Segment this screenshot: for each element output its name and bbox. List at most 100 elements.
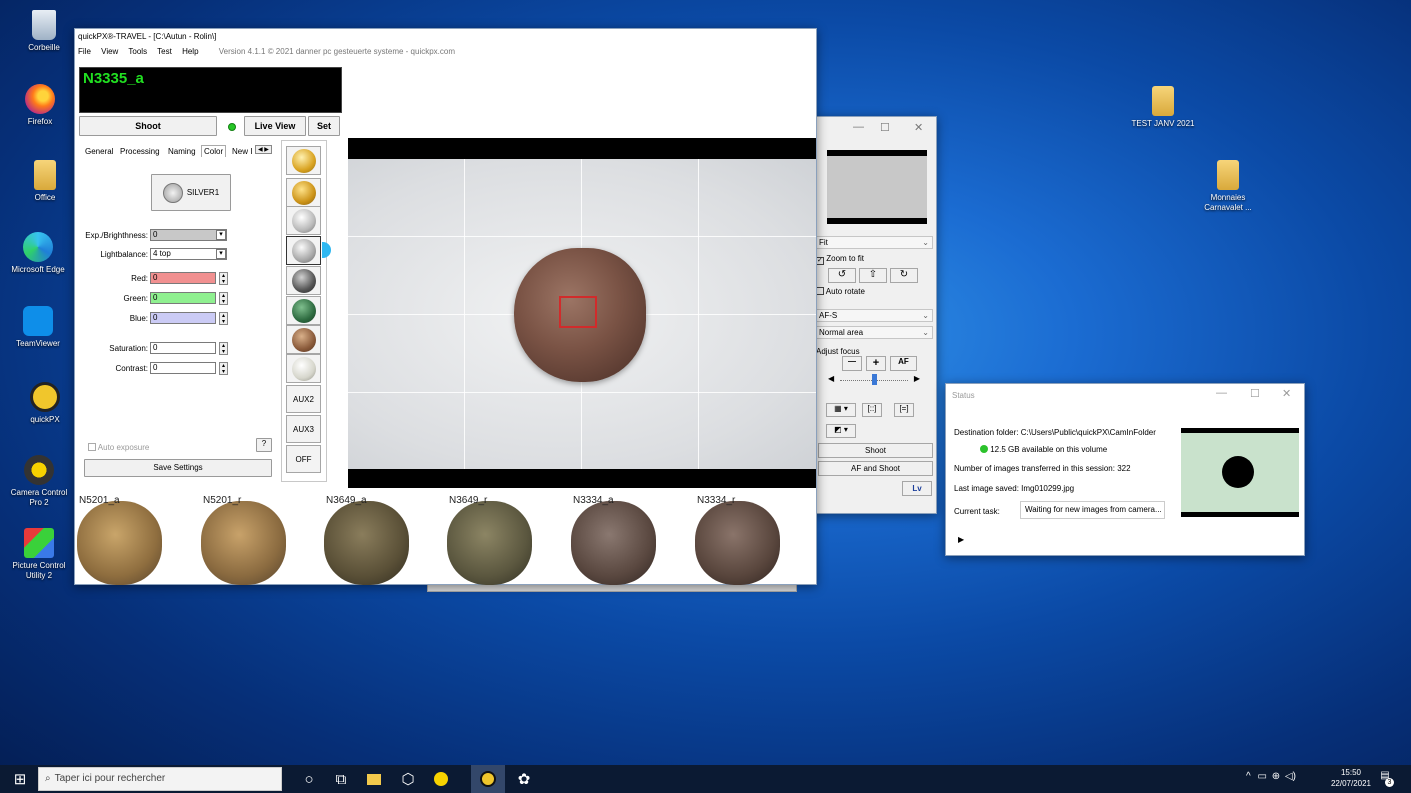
preset-dark-button[interactable] bbox=[286, 266, 321, 295]
shoot-button[interactable]: Shoot bbox=[79, 116, 217, 136]
desktop-icon-recycle-bin[interactable]: Corbeille bbox=[9, 10, 79, 53]
grid-dropdown-button[interactable]: ▦ ▾ bbox=[826, 403, 856, 417]
taskbar-quickpx[interactable] bbox=[471, 765, 505, 793]
af-and-shoot-button[interactable]: AF and Shoot bbox=[818, 461, 933, 476]
green-field[interactable]: 0 bbox=[150, 292, 216, 304]
desktop-icon-office[interactable]: Office bbox=[10, 160, 80, 203]
auto-rotate-checkbox[interactable]: Auto rotate bbox=[816, 287, 865, 296]
contrast-field[interactable]: 0 bbox=[150, 362, 216, 374]
taskbar-camera-control[interactable] bbox=[424, 765, 458, 793]
desktop-folder-test-janv[interactable]: TEST JANV 2021 bbox=[1128, 86, 1198, 129]
task-view-button[interactable]: ⧉ bbox=[324, 765, 358, 793]
notification-button[interactable]: ▤ 3 bbox=[1376, 770, 1394, 788]
desktop-icon-camera-control[interactable]: Camera Control Pro 2 bbox=[4, 455, 74, 508]
rotate-left-button[interactable]: ↺ bbox=[828, 268, 856, 283]
slider-thumb[interactable] bbox=[872, 374, 877, 385]
thumbnail-item[interactable]: N3334_a bbox=[571, 495, 656, 585]
tab-new[interactable]: New I bbox=[232, 147, 252, 156]
exposure-dropdown-button[interactable]: ◩ ▾ bbox=[826, 424, 856, 438]
preset-green-button[interactable] bbox=[286, 296, 321, 325]
preset-silver1-button[interactable] bbox=[286, 236, 321, 265]
silver1-button[interactable]: SILVER1 bbox=[151, 174, 231, 211]
saturation-spinner[interactable]: ▴ ▾ bbox=[219, 342, 228, 355]
desktop-icon-quickpx[interactable]: quickPX bbox=[10, 382, 80, 425]
menu-help[interactable]: Help bbox=[182, 47, 198, 56]
aux2-button[interactable]: AUX2 bbox=[286, 385, 321, 413]
thumbnail-item[interactable]: N3649_a bbox=[324, 495, 409, 585]
save-settings-button[interactable]: Save Settings bbox=[84, 459, 272, 477]
area-select[interactable]: Normal area ⌄ bbox=[816, 326, 933, 339]
blue-field[interactable]: 0 bbox=[150, 312, 216, 324]
menu-file[interactable]: File bbox=[78, 47, 91, 56]
preset-silver-button[interactable] bbox=[286, 206, 321, 235]
maximize-icon[interactable]: ☐ bbox=[880, 121, 890, 134]
tab-color[interactable]: Color bbox=[201, 145, 227, 157]
off-button[interactable]: OFF bbox=[286, 445, 321, 473]
desktop-folder-monnaies[interactable]: Monnaies Carnavalet ... bbox=[1193, 160, 1263, 213]
focus-slider[interactable]: ◀ ▶ bbox=[828, 374, 920, 386]
focus-minus-button[interactable]: — bbox=[842, 356, 862, 371]
minimize-icon[interactable]: — bbox=[853, 121, 864, 133]
preset-gold2-button[interactable] bbox=[286, 178, 321, 207]
coin-thumbnail bbox=[324, 501, 409, 585]
thumbnail-item[interactable]: N3334_r bbox=[695, 495, 780, 585]
auto-exposure-checkbox[interactable]: Auto exposure bbox=[88, 443, 149, 452]
close-icon[interactable]: ✕ bbox=[1282, 387, 1291, 400]
blue-spinner[interactable]: ▴ ▾ bbox=[219, 312, 228, 325]
taskbar-paint[interactable]: ✿ bbox=[507, 765, 541, 793]
rotate-right-button[interactable]: ↻ bbox=[890, 268, 918, 283]
set-button[interactable]: Set bbox=[308, 116, 340, 136]
zoom-to-fit-checkbox[interactable]: ✓ Zoom to fit bbox=[816, 254, 864, 265]
af-mode-select[interactable]: AF-S ⌄ bbox=[816, 309, 933, 322]
thumbnail-item[interactable]: N5201_a bbox=[77, 495, 162, 585]
battery-icon[interactable]: ▭ bbox=[1257, 771, 1266, 782]
desktop-icon-teamviewer[interactable]: TeamViewer bbox=[3, 306, 73, 349]
current-task-label: Current task: bbox=[954, 507, 1000, 516]
preset-bronze-button[interactable] bbox=[286, 325, 321, 354]
lv-button[interactable]: Lv bbox=[902, 481, 932, 496]
focus-plus-button[interactable]: + bbox=[866, 356, 886, 371]
close-icon[interactable]: ✕ bbox=[914, 121, 923, 134]
menu-view[interactable]: View bbox=[101, 47, 118, 56]
preset-white-button[interactable] bbox=[286, 354, 321, 383]
taskbar-app[interactable]: ⬡ bbox=[391, 765, 425, 793]
panel-shoot-button[interactable]: Shoot bbox=[818, 443, 933, 458]
frame-button[interactable]: [::] bbox=[862, 403, 882, 417]
destination-row: Destination folder: C:\Users\Public\quic… bbox=[954, 428, 1156, 437]
fit-select[interactable]: Fit ⌄ bbox=[816, 236, 933, 249]
overlay-button[interactable]: [=] bbox=[894, 403, 914, 417]
volume-icon[interactable]: ◁) bbox=[1285, 771, 1296, 782]
tab-processing[interactable]: Processing bbox=[120, 147, 160, 156]
minimize-icon[interactable]: — bbox=[1216, 387, 1227, 399]
red-field[interactable]: 0 bbox=[150, 272, 216, 284]
af-button[interactable]: AF bbox=[890, 356, 917, 371]
start-button[interactable]: ⊞ bbox=[3, 765, 37, 793]
contrast-spinner[interactable]: ▴ ▾ bbox=[219, 362, 228, 375]
play-icon[interactable]: ▶ bbox=[958, 535, 964, 544]
rotate-up-button[interactable]: ⇧ bbox=[859, 268, 887, 283]
tab-general[interactable]: General bbox=[85, 147, 113, 156]
red-spinner[interactable]: ▴ ▾ bbox=[219, 272, 228, 285]
cortana-button[interactable]: ○ bbox=[292, 765, 326, 793]
desktop-icon-firefox[interactable]: Firefox bbox=[5, 84, 75, 127]
live-view-button[interactable]: Live View bbox=[244, 116, 306, 136]
help-button[interactable]: ? bbox=[256, 438, 272, 452]
desktop-icon-edge[interactable]: Microsoft Edge bbox=[3, 232, 73, 275]
menu-tools[interactable]: Tools bbox=[128, 47, 147, 56]
chevron-up-icon[interactable]: ^ bbox=[1246, 771, 1251, 782]
clock[interactable]: 15:50 22/07/2021 bbox=[1330, 767, 1372, 789]
saturation-field[interactable]: 0 bbox=[150, 342, 216, 354]
taskbar-explorer[interactable] bbox=[357, 765, 391, 793]
menu-test[interactable]: Test bbox=[157, 47, 172, 56]
tab-naming[interactable]: Naming bbox=[168, 147, 196, 156]
aux3-button[interactable]: AUX3 bbox=[286, 415, 321, 443]
search-box[interactable]: ⌕ Taper ici pour rechercher bbox=[38, 767, 282, 791]
thumbnail-item[interactable]: N3649_r bbox=[447, 495, 532, 585]
preset-gold1-button[interactable] bbox=[286, 146, 321, 175]
green-spinner[interactable]: ▴ ▾ bbox=[219, 292, 228, 305]
thumbnail-item[interactable]: N5201_r bbox=[201, 495, 286, 585]
maximize-icon[interactable]: ☐ bbox=[1250, 387, 1260, 400]
tab-scroll[interactable]: ◀ ▶ bbox=[255, 145, 272, 154]
network-icon[interactable]: ⊕ bbox=[1272, 771, 1280, 782]
desktop-icon-picture-control[interactable]: Picture Control Utility 2 bbox=[4, 528, 74, 581]
